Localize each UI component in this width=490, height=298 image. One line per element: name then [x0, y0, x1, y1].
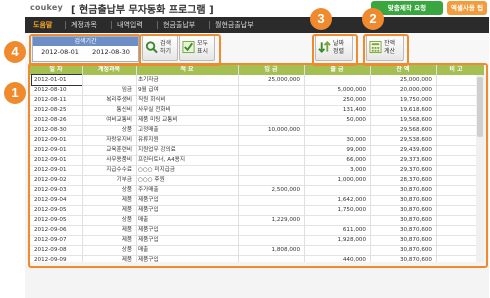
callout-balance-button: [363, 34, 409, 66]
title-bar: coukey [ 현금출납부 무자동화 프로그램 ] 맞춤제작 요청 엑셀사용 …: [25, 0, 489, 17]
callout-search-period: [29, 34, 141, 66]
menu-divider: [65, 21, 66, 29]
menu-item-cashbook[interactable]: 현금출납부: [163, 17, 195, 33]
menu-divider: [209, 21, 210, 29]
badge-4: 4: [4, 41, 26, 63]
menu-divider: [111, 21, 112, 29]
badge-1: 1: [4, 82, 26, 104]
menu-divider: [157, 21, 158, 29]
menu-bar: 도움말 계정과목 내역입력 현금출납부 월현금출납부: [25, 17, 489, 33]
badge-2: 2: [362, 8, 384, 30]
menu-item-help[interactable]: 도움말: [33, 17, 52, 33]
badge-3: 3: [310, 8, 332, 30]
app-title: [ 현금출납부 무자동화 프로그램 ]: [71, 5, 214, 16]
callout-table: [28, 63, 488, 268]
bottom-area: [25, 264, 489, 298]
brand-logo: coukey: [30, 3, 63, 12]
menu-item-accounts[interactable]: 계정과목: [71, 17, 97, 33]
menu-item-entry[interactable]: 내역입력: [117, 17, 143, 33]
app-window: coukey [ 현금출납부 무자동화 프로그램 ] 맞춤제작 요청 엑셀사용 …: [25, 0, 489, 298]
callout-sort-button: [312, 34, 358, 66]
callout-search-buttons: [139, 34, 221, 66]
menu-item-monthly-cashbook[interactable]: 월현금출납부: [215, 17, 254, 33]
excel-tip-button[interactable]: 엑셀사용 팁: [447, 1, 487, 15]
